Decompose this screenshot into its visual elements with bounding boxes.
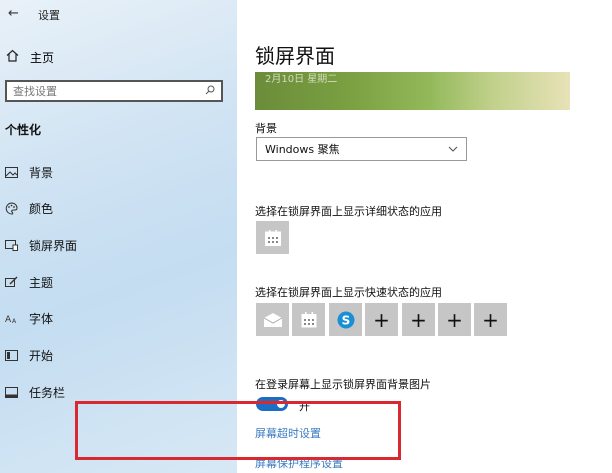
sidebar-item-colors[interactable]: 颜色 bbox=[0, 198, 237, 218]
show-background-on-signin-label: 在登录屏幕上显示锁屏界面背景图片 bbox=[255, 378, 431, 391]
sidebar-item-fonts[interactable]: AA 字体 bbox=[0, 308, 237, 328]
palette-icon bbox=[4, 201, 18, 215]
taskbar-icon bbox=[4, 386, 18, 398]
add-icon: + bbox=[446, 307, 463, 332]
sidebar-item-start[interactable]: 开始 bbox=[0, 345, 237, 365]
background-dropdown[interactable]: Windows 聚焦 bbox=[256, 137, 467, 161]
section-title: 个性化 bbox=[5, 123, 42, 137]
sidebar-item-label: 主题 bbox=[29, 275, 54, 290]
page-title: 锁屏界面 bbox=[255, 44, 335, 68]
sidebar-item-lock-screen[interactable]: 锁屏界面 bbox=[0, 235, 237, 255]
sidebar-item-label: 字体 bbox=[29, 311, 54, 326]
sidebar-item-label: 锁屏界面 bbox=[29, 238, 78, 253]
sidebar-item-themes[interactable]: 主题 bbox=[0, 272, 237, 292]
back-arrow-icon[interactable]: ← bbox=[8, 6, 19, 21]
svg-text:A: A bbox=[5, 315, 12, 324]
font-icon: AA bbox=[4, 313, 18, 324]
start-icon bbox=[4, 349, 18, 361]
preview-date-text: 2月10日 星期二 bbox=[265, 74, 338, 85]
quick-status-add-button[interactable]: + bbox=[402, 303, 435, 336]
quick-status-add-button[interactable]: + bbox=[365, 303, 398, 336]
quick-status-app-mail[interactable] bbox=[256, 303, 289, 336]
svg-text:S: S bbox=[341, 313, 350, 327]
background-label: 背景 bbox=[255, 122, 277, 135]
highlight-box bbox=[75, 401, 401, 460]
search-input[interactable]: 查找设置 bbox=[5, 80, 223, 102]
add-icon: + bbox=[410, 307, 427, 332]
sidebar-item-label: 背景 bbox=[29, 165, 54, 180]
add-icon: + bbox=[373, 307, 390, 332]
add-icon: + bbox=[482, 307, 499, 332]
search-icon bbox=[205, 85, 221, 98]
sidebar-item-taskbar[interactable]: 任务栏 bbox=[0, 382, 237, 402]
sidebar-item-background[interactable]: 背景 bbox=[0, 162, 237, 182]
sidebar-item-label: 颜色 bbox=[29, 201, 54, 216]
app-title: 设置 bbox=[38, 9, 60, 22]
quick-status-add-button[interactable]: + bbox=[474, 303, 507, 336]
brush-icon bbox=[4, 276, 18, 288]
calendar-icon bbox=[264, 229, 282, 247]
detailed-status-app-calendar[interactable] bbox=[256, 221, 289, 254]
quick-status-app-skype[interactable]: S bbox=[329, 303, 362, 336]
lock-screen-icon bbox=[4, 239, 18, 251]
lock-screen-preview: 2月10日 星期二 bbox=[255, 72, 570, 110]
background-dropdown-value: Windows 聚焦 bbox=[265, 143, 340, 156]
sidebar-item-label: 开始 bbox=[29, 348, 54, 363]
search-placeholder: 查找设置 bbox=[13, 85, 57, 98]
nav-home-label: 主页 bbox=[30, 50, 55, 65]
home-icon bbox=[6, 49, 20, 66]
sidebar-item-label: 任务栏 bbox=[29, 385, 66, 400]
quick-status-app-calendar[interactable] bbox=[292, 303, 325, 336]
skype-icon: S bbox=[336, 310, 356, 330]
calendar-icon bbox=[300, 311, 318, 329]
quick-status-label: 选择在锁屏界面上显示快速状态的应用 bbox=[255, 286, 442, 299]
nav-home[interactable]: 主页 bbox=[0, 46, 237, 68]
chevron-down-icon bbox=[448, 144, 466, 155]
svg-text:A: A bbox=[12, 318, 17, 324]
picture-icon bbox=[4, 166, 18, 178]
mail-icon bbox=[263, 312, 283, 328]
quick-status-add-button[interactable]: + bbox=[438, 303, 471, 336]
detailed-status-label: 选择在锁屏界面上显示详细状态的应用 bbox=[255, 205, 442, 218]
